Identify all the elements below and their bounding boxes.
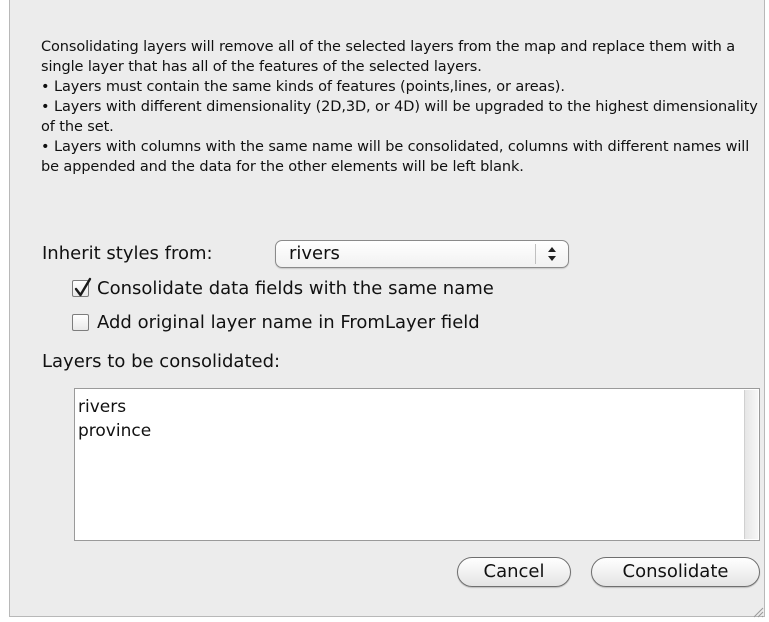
description-bullet-feature-kinds: • Layers must contain the same kinds of … — [41, 79, 565, 95]
consolidate-fields-label: Consolidate data fields with the same na… — [97, 278, 494, 299]
inherit-styles-selected-value: rivers — [289, 243, 340, 264]
description-bullet-dimensionality: • Layers with different dimensionality (… — [41, 99, 758, 135]
resize-grip-icon[interactable] — [750, 603, 764, 618]
description-bullet-columns: • Layers with columns with the same name… — [41, 139, 750, 175]
inherit-styles-label: Inherit styles from: — [42, 243, 213, 264]
add-layer-name-label: Add original layer name in FromLayer fie… — [97, 312, 480, 333]
list-item[interactable]: rivers — [78, 395, 151, 419]
inherit-styles-popup[interactable]: rivers — [275, 240, 569, 268]
consolidate-layers-dialog: Consolidating layers will remove all of … — [9, 0, 765, 617]
checkmark-icon — [74, 277, 92, 297]
layers-listbox[interactable]: rivers province — [74, 388, 760, 541]
list-item[interactable]: province — [78, 419, 151, 443]
description-paragraph: Consolidating layers will remove all of … — [41, 39, 735, 75]
popup-divider — [535, 244, 536, 264]
vertical-scrollbar[interactable] — [744, 390, 758, 539]
description-text: Consolidating layers will remove all of … — [41, 37, 761, 177]
cancel-button[interactable]: Cancel — [457, 557, 571, 587]
consolidate-fields-checkbox[interactable] — [72, 277, 92, 297]
consolidate-button[interactable]: Consolidate — [591, 557, 760, 587]
layers-to-consolidate-label: Layers to be consolidated: — [42, 351, 281, 372]
up-down-arrows-icon — [542, 242, 562, 266]
consolidate-fields-option[interactable]: Consolidate data fields with the same na… — [72, 277, 494, 299]
add-layer-name-option[interactable]: Add original layer name in FromLayer fie… — [72, 312, 480, 333]
add-layer-name-checkbox[interactable] — [72, 314, 89, 331]
